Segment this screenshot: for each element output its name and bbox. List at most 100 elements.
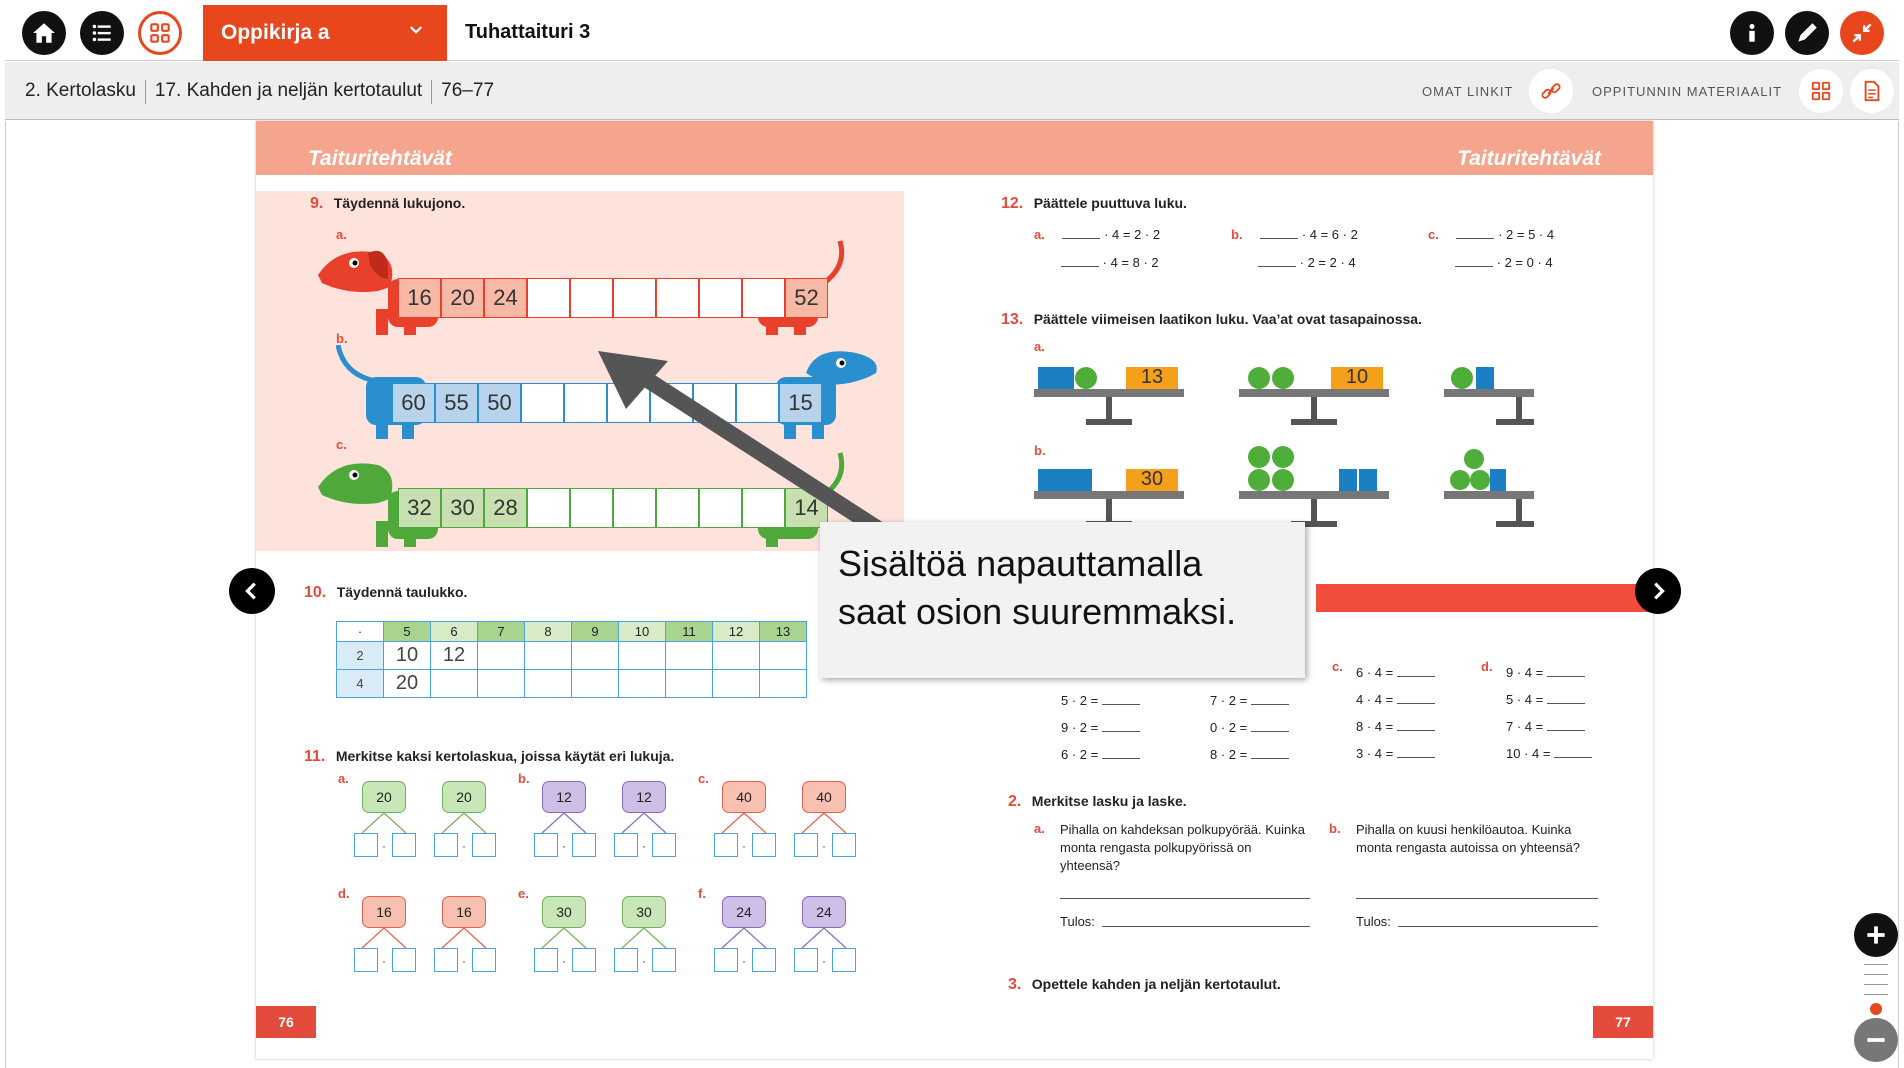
- answer-box[interactable]: [752, 833, 776, 857]
- table-cell[interactable]: [665, 641, 713, 670]
- menu-button[interactable]: [80, 11, 124, 55]
- answer-box[interactable]: [794, 833, 818, 857]
- own-links-label[interactable]: OMAT LINKIT: [1422, 84, 1513, 99]
- answer-box[interactable]: [434, 948, 458, 972]
- sequence-cell[interactable]: [527, 278, 570, 318]
- zoom-out-button[interactable]: [1854, 1018, 1898, 1062]
- drill-item[interactable]: 4 · 4 =: [1356, 686, 1435, 713]
- answer-box[interactable]: [472, 833, 496, 857]
- drill-item[interactable]: 8 · 4 =: [1356, 713, 1435, 740]
- tutorial-tooltip[interactable]: Sisältöä napauttamalla saat osion suurem…: [820, 522, 1305, 678]
- answer-box[interactable]: [752, 948, 776, 972]
- drill-item[interactable]: 7 · 2 =: [1210, 687, 1289, 714]
- lesson-materials-grid-button[interactable]: [1799, 69, 1843, 113]
- table-cell[interactable]: [477, 669, 525, 698]
- zoom-slider-handle[interactable]: [1870, 1003, 1882, 1015]
- answer-box[interactable]: [614, 833, 638, 857]
- home-button[interactable]: [22, 11, 66, 55]
- document-button[interactable]: [1850, 69, 1894, 113]
- pen-tool-button[interactable]: [1785, 11, 1829, 55]
- drill-item[interactable]: 8 · 2 =: [1210, 741, 1289, 768]
- zoom-in-button[interactable]: [1854, 913, 1898, 957]
- sequence-cell[interactable]: [742, 278, 785, 318]
- answer-box[interactable]: [472, 948, 496, 972]
- next-page-button[interactable]: [1635, 568, 1681, 614]
- answer-box[interactable]: [714, 948, 738, 972]
- drill-item[interactable]: 3 · 4 =: [1356, 740, 1435, 767]
- zoom-slider[interactable]: [1864, 964, 1888, 999]
- answer-box[interactable]: [832, 948, 856, 972]
- sub-label-a: a.: [1034, 821, 1045, 836]
- answer-blank[interactable]: [1258, 266, 1296, 267]
- own-links-button[interactable]: [1529, 69, 1573, 113]
- chevron-left-icon: [245, 582, 256, 600]
- result-line[interactable]: [1398, 926, 1598, 927]
- table-cell[interactable]: [759, 641, 807, 670]
- table-cell[interactable]: [712, 669, 760, 698]
- answer-box[interactable]: [572, 833, 596, 857]
- table-cell[interactable]: [571, 669, 619, 698]
- drill-item[interactable]: 5 · 2 =: [1061, 687, 1140, 714]
- exercise-12b2: · 2 = 2 · 4: [1258, 255, 1356, 270]
- answer-box[interactable]: [614, 948, 638, 972]
- breadcrumb: 2. Kertolasku 17. Kahden ja neljän kerto…: [25, 80, 494, 104]
- answer-box[interactable]: [832, 833, 856, 857]
- collapse-button[interactable]: [1840, 11, 1884, 55]
- result-line[interactable]: [1102, 926, 1310, 927]
- table-cell[interactable]: [618, 641, 666, 670]
- previous-page-button[interactable]: [229, 568, 275, 614]
- answer-box[interactable]: [652, 833, 676, 857]
- sequence-cell[interactable]: [521, 383, 564, 423]
- answer-blank[interactable]: [1062, 238, 1101, 239]
- sequence-cell[interactable]: [527, 488, 570, 528]
- answer-blank[interactable]: [1455, 266, 1493, 267]
- drill-item[interactable]: 7 · 4 =: [1506, 713, 1592, 740]
- sequence-cell[interactable]: [699, 278, 742, 318]
- sequence-cell[interactable]: [613, 278, 656, 318]
- answer-box[interactable]: [354, 948, 378, 972]
- table-cell[interactable]: [618, 669, 666, 698]
- drill-item[interactable]: 9 · 2 =: [1061, 714, 1140, 741]
- answer-blank[interactable]: [1260, 238, 1299, 239]
- answer-box[interactable]: [534, 833, 558, 857]
- answer-box[interactable]: [392, 833, 416, 857]
- book-select[interactable]: Oppikirja a: [203, 5, 447, 61]
- drill-item[interactable]: 9 · 4 =: [1506, 659, 1592, 686]
- breadcrumb-lesson[interactable]: 17. Kahden ja neljän kertotaulut: [155, 80, 422, 104]
- times-dot: ·: [382, 839, 386, 853]
- answer-box[interactable]: [534, 948, 558, 972]
- answer-line[interactable]: [1060, 898, 1310, 899]
- table-cell[interactable]: [571, 641, 619, 670]
- breadcrumb-chapter[interactable]: 2. Kertolasku: [25, 80, 136, 104]
- table-cell[interactable]: [665, 669, 713, 698]
- table-cell[interactable]: [524, 641, 572, 670]
- table-cell[interactable]: [712, 641, 760, 670]
- drill-item[interactable]: 6 · 2 =: [1061, 741, 1140, 768]
- table-cell[interactable]: [759, 669, 807, 698]
- answer-box[interactable]: [434, 833, 458, 857]
- answer-line[interactable]: [1356, 898, 1598, 899]
- multiplication-table[interactable]: · 5 6 7 8 9 10 11 12 13 2 10 12 4 20: [336, 621, 807, 698]
- answer-blank[interactable]: [1061, 266, 1099, 267]
- table-cell[interactable]: [477, 641, 525, 670]
- home-icon: [33, 23, 55, 43]
- table-cell[interactable]: [524, 669, 572, 698]
- sequence-cell[interactable]: [656, 278, 699, 318]
- answer-box[interactable]: [794, 948, 818, 972]
- times-dot: ·: [822, 954, 826, 968]
- table-cell[interactable]: [430, 669, 478, 698]
- drill-item[interactable]: 0 · 2 =: [1210, 714, 1289, 741]
- drill-item[interactable]: 10 · 4 =: [1506, 740, 1593, 767]
- answer-blank[interactable]: [1456, 238, 1495, 239]
- answer-box[interactable]: [392, 948, 416, 972]
- answer-box[interactable]: [714, 833, 738, 857]
- info-button[interactable]: [1730, 11, 1774, 55]
- drill-item[interactable]: 6 · 4 =: [1356, 659, 1435, 686]
- sequence-cell[interactable]: [570, 278, 613, 318]
- grid-view-button[interactable]: [138, 11, 182, 55]
- answer-box[interactable]: [354, 833, 378, 857]
- drill-item[interactable]: 5 · 4 =: [1506, 686, 1592, 713]
- answer-box[interactable]: [652, 948, 676, 972]
- lesson-materials-label[interactable]: OPPITUNNIN MATERIAALIT: [1592, 84, 1782, 99]
- answer-box[interactable]: [572, 948, 596, 972]
